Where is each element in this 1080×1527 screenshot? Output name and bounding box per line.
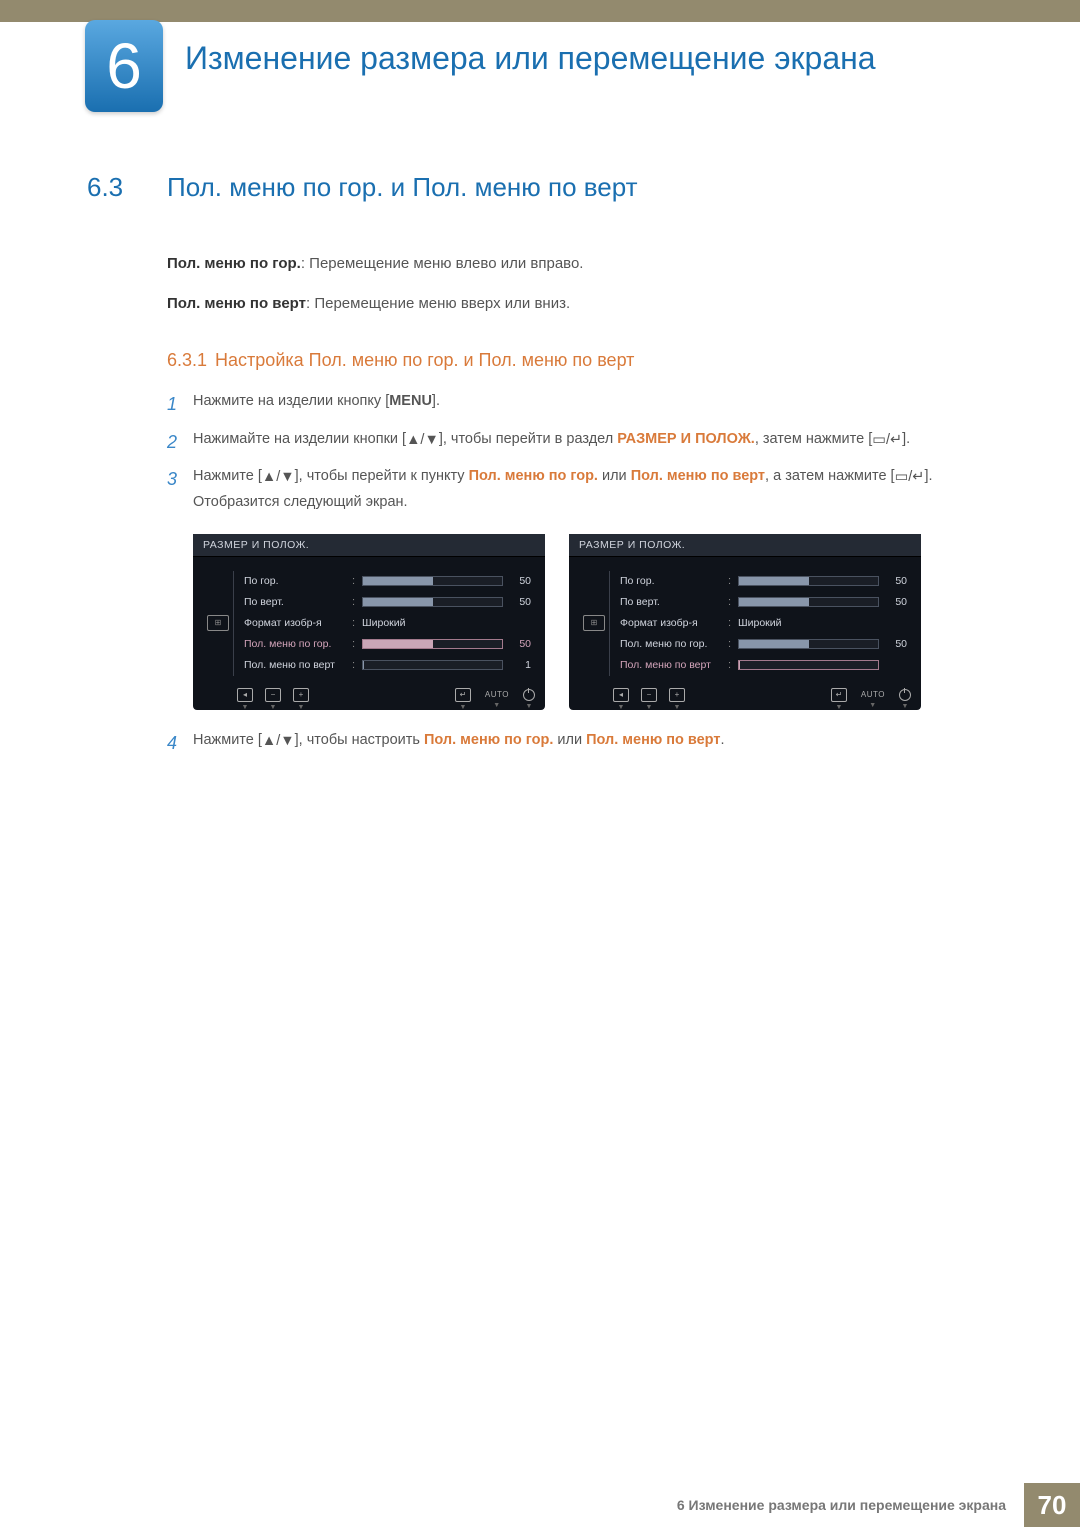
osd-value: 50 bbox=[511, 596, 531, 608]
osd-row-label: По гор. bbox=[244, 575, 352, 587]
step-number: 2 bbox=[167, 427, 193, 459]
osd-row-label: По верт. bbox=[620, 596, 728, 608]
step-text: ], чтобы настроить bbox=[295, 732, 424, 748]
up-down-icon: ▲/▼ bbox=[262, 729, 295, 754]
osd-screenshots: РАЗМЕР И ПОЛОЖ. ⊞ По гор.:50 По верт.:50… bbox=[193, 534, 1000, 710]
source-enter-icon: ▭/↵ bbox=[872, 428, 902, 453]
highlight: Пол. меню по верт bbox=[586, 732, 720, 748]
osd-row-label-active: Пол. меню по верт bbox=[620, 659, 728, 671]
osd-row-label: Формат изобр-я bbox=[620, 617, 728, 629]
size-pos-icon: ⊞ bbox=[583, 615, 605, 631]
step-3: 3 Нажмите [▲/▼], чтобы перейти к пункту … bbox=[167, 464, 1000, 516]
osd-value: 50 bbox=[887, 575, 907, 587]
chapter-header: 6 Изменение размера или перемещение экра… bbox=[0, 20, 1080, 112]
enter-icon: ↵ bbox=[455, 688, 471, 702]
menu-key: MENU bbox=[389, 393, 432, 409]
osd-panel-menu-h: РАЗМЕР И ПОЛОЖ. ⊞ По гор.:50 По верт.:50… bbox=[193, 534, 545, 710]
highlight: Пол. меню по гор. bbox=[424, 732, 553, 748]
osd-row-label: По верт. bbox=[244, 596, 352, 608]
power-icon bbox=[523, 689, 535, 701]
highlight: Пол. меню по верт bbox=[631, 468, 765, 484]
section-title: Пол. меню по гор. и Пол. меню по верт bbox=[167, 172, 638, 203]
step-text: ], чтобы перейти в раздел bbox=[439, 431, 617, 447]
osd-value: 50 bbox=[887, 638, 907, 650]
osd-row-label: Формат изобр-я bbox=[244, 617, 352, 629]
footer-chapter-text: 6 Изменение размера или перемещение экра… bbox=[659, 1483, 1024, 1527]
chapter-number-badge: 6 bbox=[85, 20, 163, 112]
step-text: Нажмите на изделии кнопку [ bbox=[193, 393, 389, 409]
plus-icon: + bbox=[293, 688, 309, 702]
step-text: ]. bbox=[432, 393, 440, 409]
step-text: ], чтобы перейти к пункту bbox=[295, 468, 469, 484]
footer-page-number: 70 bbox=[1024, 1483, 1080, 1527]
highlight: Пол. меню по гор. bbox=[469, 468, 598, 484]
subsection-title: Настройка Пол. меню по гор. и Пол. меню … bbox=[215, 350, 634, 370]
source-enter-icon: ▭/↵ bbox=[895, 465, 925, 490]
top-accent-bar bbox=[0, 0, 1080, 22]
intro-v-label: Пол. меню по верт bbox=[167, 295, 306, 312]
osd-value-active: 50 bbox=[511, 638, 531, 650]
step-1: 1 Нажмите на изделии кнопку [MENU]. bbox=[167, 389, 1000, 421]
up-down-icon: ▲/▼ bbox=[262, 465, 295, 490]
osd-text-value: Широкий bbox=[362, 617, 406, 629]
osd-title: РАЗМЕР И ПОЛОЖ. bbox=[193, 534, 545, 557]
intro-h-label: Пол. меню по гор. bbox=[167, 255, 301, 272]
intro-v: Пол. меню по верт: Перемещение меню ввер… bbox=[167, 291, 1000, 317]
auto-label: AUTO bbox=[861, 690, 885, 699]
intro-h: Пол. меню по гор.: Перемещение меню влев… bbox=[167, 251, 1000, 277]
intro-v-desc: : Перемещение меню вверх или вниз. bbox=[306, 295, 570, 312]
step-text: . bbox=[720, 732, 724, 748]
step-text: , затем нажмите [ bbox=[755, 431, 872, 447]
step-text: Нажмите [ bbox=[193, 732, 262, 748]
step-2: 2 Нажимайте на изделии кнопки [▲/▼], что… bbox=[167, 427, 1000, 459]
osd-value: 1 bbox=[511, 659, 531, 671]
step-4: 4 Нажмите [▲/▼], чтобы настроить Пол. ме… bbox=[167, 728, 1000, 760]
up-down-icon: ▲/▼ bbox=[406, 428, 439, 453]
minus-icon: − bbox=[265, 688, 281, 702]
section-number: 6.3 bbox=[87, 172, 167, 203]
back-icon: ◂ bbox=[613, 688, 629, 702]
osd-row-label-active: Пол. меню по гор. bbox=[244, 638, 352, 650]
enter-icon: ↵ bbox=[831, 688, 847, 702]
osd-row-label: Пол. меню по верт bbox=[244, 659, 352, 671]
back-icon: ◂ bbox=[237, 688, 253, 702]
intro-h-desc: : Перемещение меню влево или вправо. bbox=[301, 255, 584, 272]
osd-row-label: По гор. bbox=[620, 575, 728, 587]
step-text: , а затем нажмите [ bbox=[765, 468, 895, 484]
section-heading: 6.3 Пол. меню по гор. и Пол. меню по вер… bbox=[87, 172, 1000, 203]
highlight: РАЗМЕР И ПОЛОЖ. bbox=[617, 431, 755, 447]
osd-text-value: Широкий bbox=[738, 617, 782, 629]
osd-panel-menu-v: РАЗМЕР И ПОЛОЖ. ⊞ По гор.:50 По верт.:50… bbox=[569, 534, 921, 710]
step-text: или bbox=[598, 468, 631, 484]
power-icon bbox=[899, 689, 911, 701]
osd-value: 50 bbox=[511, 575, 531, 587]
osd-row-label: Пол. меню по гор. bbox=[620, 638, 728, 650]
step-number: 1 bbox=[167, 389, 193, 421]
subsection-number: 6.3.1 bbox=[167, 350, 207, 370]
step-number: 4 bbox=[167, 728, 193, 760]
plus-icon: + bbox=[669, 688, 685, 702]
size-pos-icon: ⊞ bbox=[207, 615, 229, 631]
page-footer: 6 Изменение размера или перемещение экра… bbox=[0, 1483, 1080, 1527]
minus-icon: − bbox=[641, 688, 657, 702]
step-number: 3 bbox=[167, 464, 193, 516]
auto-label: AUTO bbox=[485, 690, 509, 699]
chapter-title: Изменение размера или перемещение экрана bbox=[185, 38, 876, 78]
step-text: Нажимайте на изделии кнопки [ bbox=[193, 431, 406, 447]
osd-title: РАЗМЕР И ПОЛОЖ. bbox=[569, 534, 921, 557]
step-text: или bbox=[553, 732, 586, 748]
step-text: Нажмите [ bbox=[193, 468, 262, 484]
step-text: ]. bbox=[902, 431, 910, 447]
subsection-heading: 6.3.1 Настройка Пол. меню по гор. и Пол. … bbox=[167, 350, 1000, 371]
osd-value: 50 bbox=[887, 596, 907, 608]
